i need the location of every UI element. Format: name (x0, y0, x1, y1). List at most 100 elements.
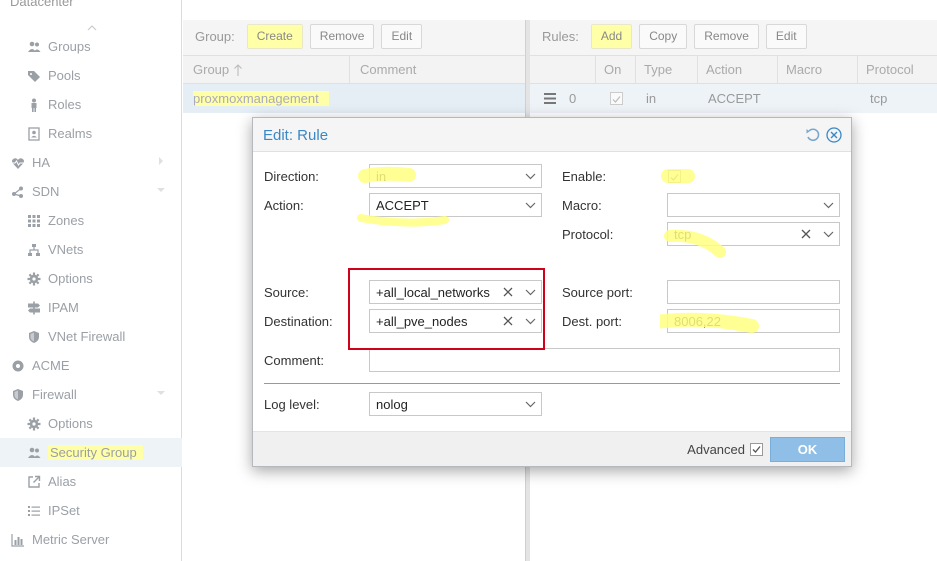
tree-item-sdn[interactable]: SDN (0, 177, 182, 206)
table-row[interactable]: 0 in ACCEPT tcp (530, 84, 937, 113)
chevron-down-icon[interactable] (156, 388, 166, 398)
shield-icon (26, 329, 42, 345)
column-header-protocol[interactable]: Protocol (858, 56, 937, 83)
heartbeat-icon (10, 155, 26, 171)
edit-rule-button[interactable]: Edit (765, 23, 807, 49)
male-icon (26, 97, 42, 113)
highlighter-marks-right (660, 169, 759, 333)
tree-item-ha[interactable]: HA (0, 148, 182, 177)
bar-chart-icon (10, 532, 26, 548)
chevron-down-icon[interactable] (817, 223, 839, 245)
column-header-action[interactable]: Action (698, 56, 778, 83)
group-grid-header: Group Comment (183, 55, 525, 84)
network-icon (26, 242, 42, 258)
rules-toolbar: Rules: Add Copy Remove Edit (530, 20, 937, 52)
annotation-red-box (348, 268, 545, 350)
column-header-type[interactable]: Type (636, 56, 698, 83)
remove-button[interactable]: Remove (309, 23, 375, 49)
log-level-select[interactable]: nolog (369, 392, 542, 416)
source-port-label: Source port: (562, 285, 633, 300)
tree-item-alias[interactable]: Alias (0, 467, 182, 496)
chevron-down-icon[interactable] (156, 185, 166, 195)
tree-root-label[interactable]: Datacenter (10, 0, 74, 9)
tree-item-zones[interactable]: Zones (0, 206, 182, 235)
tree-item-realms[interactable]: Realms (0, 119, 182, 148)
tree-item-vnet-firewall[interactable]: VNet Firewall (0, 322, 182, 351)
tree-item-pools[interactable]: Pools (0, 61, 182, 90)
tree-item-ipam[interactable]: IPAM (0, 293, 182, 322)
log-level-label: Log level: (264, 397, 320, 412)
action-label: Action: (264, 198, 304, 213)
group-toolbar: Group: Create Remove Edit (183, 20, 525, 52)
column-header-comment[interactable]: Comment (350, 56, 525, 83)
remove-rule-button[interactable]: Remove (694, 23, 759, 49)
create-button[interactable]: Create (246, 23, 303, 49)
gear-icon (26, 416, 42, 432)
users-icon (26, 445, 42, 461)
rule-protocol-cell: tcp (870, 91, 888, 106)
chevron-right-icon[interactable] (156, 156, 166, 166)
direction-label: Direction: (264, 169, 319, 184)
checkmark-icon (752, 446, 761, 453)
destination-label: Destination: (264, 314, 333, 329)
table-row[interactable]: proxmoxmanagement (183, 84, 525, 113)
rule-type-cell: in (646, 91, 657, 106)
tree-item-groups[interactable]: Groups (0, 32, 182, 61)
chevron-down-icon[interactable] (519, 393, 541, 415)
comment-input[interactable] (369, 348, 840, 372)
address-book-icon (26, 126, 42, 142)
rule-enabled-checkbox[interactable] (610, 92, 623, 105)
clear-icon[interactable] (799, 227, 813, 241)
column-header-drag (530, 56, 596, 83)
tree-item-firewall[interactable]: Firewall (0, 380, 182, 409)
signpost-icon (26, 300, 42, 316)
group-toolbar-title: Group: (195, 28, 235, 44)
rules-toolbar-title: Rules: (542, 28, 579, 44)
chevron-down-icon[interactable] (817, 194, 839, 216)
tree-item-security-group[interactable]: Security Group (0, 438, 182, 467)
column-header-macro[interactable]: Macro (778, 56, 858, 83)
column-header-group[interactable]: Group (183, 56, 350, 83)
gear-icon (26, 271, 42, 287)
tree-item-sdn-options[interactable]: Options (0, 264, 182, 293)
ok-button[interactable]: OK (770, 437, 845, 462)
dialog-footer: Advanced OK (253, 431, 851, 466)
dialog-header: Edit: Rule (253, 118, 851, 152)
tags-icon (26, 68, 42, 84)
add-button[interactable]: Add (590, 23, 633, 49)
sdn-icon (10, 184, 26, 200)
tree-item-firewall-options[interactable]: Options (0, 409, 182, 438)
edit-button[interactable]: Edit (381, 23, 423, 49)
tree-item-roles[interactable]: Roles (0, 90, 182, 119)
external-link-icon (26, 474, 42, 490)
rule-action-cell: ACCEPT (708, 91, 761, 106)
reset-icon[interactable] (805, 127, 821, 143)
advanced-toggle[interactable]: Advanced (687, 442, 763, 457)
group-name-cell: proxmoxmanagement (193, 91, 329, 106)
certificate-icon (10, 358, 26, 374)
drag-handle-icon[interactable] (544, 93, 556, 104)
rule-index-cell: 0 (569, 91, 577, 106)
copy-button[interactable]: Copy (639, 23, 688, 49)
shield-icon (10, 387, 26, 403)
grid-icon (26, 213, 42, 229)
tree-item-acme[interactable]: ACME (0, 351, 182, 380)
tree-item-ipset[interactable]: IPSet (0, 496, 182, 525)
resource-tree: Datacenter Groups Pools Roles Realms HA … (0, 0, 182, 561)
checkmark-icon (612, 96, 621, 103)
users-icon (26, 39, 42, 55)
highlighter-marks (357, 166, 449, 227)
column-header-on[interactable]: On (596, 56, 636, 83)
close-icon[interactable] (826, 127, 842, 143)
dialog-title: Edit: Rule (263, 127, 329, 144)
comment-label: Comment: (264, 353, 324, 368)
tree-item-vnets[interactable]: VNets (0, 235, 182, 264)
dest-port-label: Dest. port: (562, 314, 622, 329)
rules-grid-header: On Type Action Macro Protocol (530, 55, 937, 84)
advanced-separator (264, 383, 840, 384)
list-icon (26, 503, 42, 519)
tree-item-metric-server[interactable]: Metric Server (0, 525, 182, 554)
source-label: Source: (264, 285, 309, 300)
sort-ascending-icon (234, 63, 243, 76)
advanced-checkbox[interactable] (750, 443, 763, 456)
